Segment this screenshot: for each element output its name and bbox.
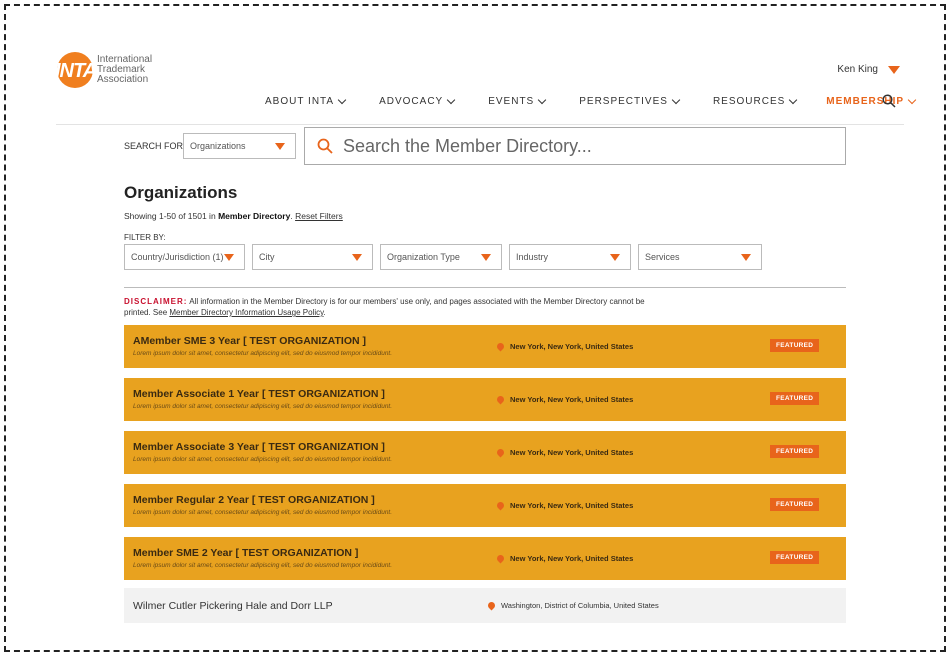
page-title: Organizations (124, 183, 238, 202)
featured-badge: FEATURED (770, 498, 820, 511)
nav-resources[interactable]: RESOURCES (713, 95, 798, 107)
nav-membership[interactable]: MEMBERSHIP (826, 95, 917, 107)
user-name: Ken King (837, 64, 878, 75)
search-scope-select[interactable]: Organizations (183, 133, 296, 159)
location-pin-icon (495, 500, 506, 511)
search-icon (882, 94, 896, 108)
list-item[interactable]: AMember SME 3 Year [ TEST ORGANIZATION ]… (124, 325, 846, 368)
inta-logo[interactable]: INTA International Trademark Association (55, 52, 153, 88)
filter-city[interactable]: City (252, 244, 373, 270)
filter-organization-type[interactable]: Organization Type (380, 244, 502, 270)
featured-badge: FEATURED (770, 339, 820, 352)
filter-services[interactable]: Services (638, 244, 762, 270)
main-nav: ABOUT INTA ADVOCACY EVENTS PERSPECTIVES … (265, 95, 917, 107)
logo-mark: INTA (55, 52, 97, 88)
caret-down-icon (481, 254, 491, 261)
chevron-down-icon (907, 95, 917, 104)
section-divider (124, 287, 846, 288)
featured-badge: FEATURED (770, 551, 820, 564)
location-pin-icon (495, 341, 506, 352)
chevron-down-icon (337, 95, 347, 104)
disclaimer: DISCLAIMER: All information in the Membe… (124, 297, 645, 317)
member-directory-search-input[interactable]: Search the Member Directory... (304, 127, 846, 165)
nav-events[interactable]: EVENTS (488, 95, 547, 107)
search-scope-value: Organizations (190, 141, 246, 151)
list-item[interactable]: Member SME 2 Year [ TEST ORGANIZATION ] … (124, 537, 846, 580)
user-menu[interactable]: Ken King (837, 64, 900, 75)
search-icon (317, 138, 333, 154)
list-item[interactable]: Member Regular 2 Year [ TEST ORGANIZATIO… (124, 484, 846, 527)
nav-perspectives[interactable]: PERSPECTIVES (579, 95, 681, 107)
caret-down-icon (224, 254, 234, 261)
featured-badge: FEATURED (770, 445, 820, 458)
usage-policy-link[interactable]: Member Directory Information Usage Polic… (169, 308, 323, 317)
filter-industry[interactable]: Industry (509, 244, 631, 270)
location-pin-icon (495, 394, 506, 405)
caret-down-icon (888, 65, 900, 74)
location-pin-icon (495, 553, 506, 564)
location-pin-icon (486, 600, 497, 611)
search-for-label: SEARCH FOR: (124, 141, 186, 151)
location-pin-icon (495, 447, 506, 458)
featured-badge: FEATURED (770, 392, 820, 405)
filter-country[interactable]: Country/Jurisdiction (1) (124, 244, 245, 270)
header-divider (56, 124, 904, 125)
results-summary: Showing 1-50 of 1501 in Member Directory… (124, 211, 343, 221)
chevron-down-icon (671, 95, 681, 104)
list-item[interactable]: Member Associate 3 Year [ TEST ORGANIZAT… (124, 431, 846, 474)
caret-down-icon (610, 254, 620, 261)
logo-wordmark: International Trademark Association (97, 54, 153, 85)
nav-about-inta[interactable]: ABOUT INTA (265, 95, 347, 107)
chevron-down-icon (446, 95, 456, 104)
search-placeholder: Search the Member Directory... (343, 135, 592, 156)
reset-filters-link[interactable]: Reset Filters (295, 211, 343, 221)
caret-down-icon (352, 254, 362, 261)
chevron-down-icon (789, 95, 798, 104)
list-item[interactable]: Member Associate 1 Year [ TEST ORGANIZAT… (124, 378, 846, 421)
chevron-down-icon (537, 95, 547, 104)
nav-advocacy[interactable]: ADVOCACY (379, 95, 456, 107)
filter-by-label: FILTER BY: (124, 233, 166, 242)
header-search-button[interactable] (882, 94, 896, 113)
caret-down-icon (275, 143, 285, 150)
caret-down-icon (741, 254, 751, 261)
list-item[interactable]: Wilmer Cutler Pickering Hale and Dorr LL… (124, 588, 846, 623)
